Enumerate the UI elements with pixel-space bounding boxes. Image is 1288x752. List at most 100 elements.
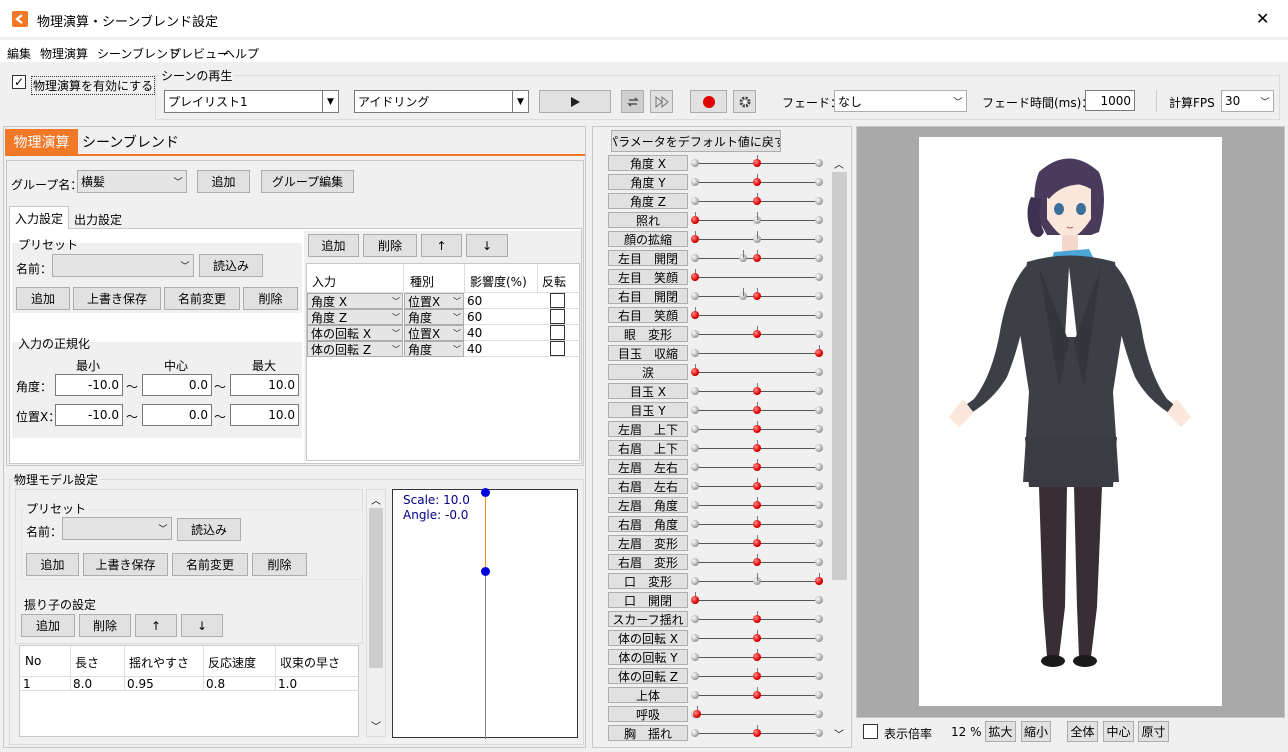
param-slider-track[interactable] xyxy=(695,315,819,316)
normalize-angle-min[interactable]: -10.0 xyxy=(55,374,123,396)
input-add-button[interactable]: 追加 xyxy=(308,234,359,257)
param-slider-knob[interactable] xyxy=(753,691,761,699)
param-slider-track[interactable] xyxy=(695,372,819,373)
input-preset-load-button[interactable]: 読込み xyxy=(199,254,263,277)
param-slider-knob[interactable] xyxy=(753,330,761,338)
param-slider-knob[interactable] xyxy=(753,254,761,262)
close-icon[interactable]: ✕ xyxy=(1256,9,1269,28)
fade-select[interactable]: なし ﹀ xyxy=(834,90,967,112)
param-label-button[interactable]: 口 変形 xyxy=(608,573,688,589)
param-label-button[interactable]: 眼 変形 xyxy=(608,326,688,342)
center-button[interactable]: 中心 xyxy=(1103,721,1134,742)
menu-edit[interactable]: 編集 xyxy=(7,45,31,62)
input-source-select[interactable]: 角度 X ﹀ xyxy=(307,293,403,309)
pendulum-up-button[interactable]: ↑ xyxy=(135,614,177,637)
enable-physics-checkbox[interactable]: ✓ xyxy=(12,75,26,89)
input-weight-cell[interactable]: 60 xyxy=(467,310,482,324)
param-label-button[interactable]: 呼吸 xyxy=(608,706,688,722)
loop-button[interactable] xyxy=(621,90,644,113)
param-slider-knob[interactable] xyxy=(815,349,823,357)
param-label-button[interactable]: 左眉 上下 xyxy=(608,421,688,437)
param-slider-knob[interactable] xyxy=(753,615,761,623)
param-slider-knob[interactable] xyxy=(753,159,761,167)
input-row[interactable]: 体の回転 Z ﹀ 角度 ﹀ 40 xyxy=(307,341,579,357)
param-label-button[interactable]: 右眉 左右 xyxy=(608,478,688,494)
param-label-button[interactable]: 右目 笑顔 xyxy=(608,307,688,323)
tab-scene-blend[interactable]: シーンブレンド xyxy=(82,129,179,154)
param-label-button[interactable]: 体の回転 Z xyxy=(608,668,688,684)
fps-select[interactable]: 30 ﹀ xyxy=(1221,90,1274,112)
pendulum-add-button[interactable]: 追加 xyxy=(21,614,75,637)
param-slider-knob[interactable] xyxy=(691,311,699,319)
param-label-button[interactable]: 右眉 上下 xyxy=(608,440,688,456)
param-label-button[interactable]: 左目 開閉 xyxy=(608,250,688,266)
param-label-button[interactable]: 左目 笑顔 xyxy=(608,269,688,285)
param-label-button[interactable]: 体の回転 X xyxy=(608,630,688,646)
input-weight-cell[interactable]: 40 xyxy=(467,326,482,340)
input-weight-cell[interactable]: 40 xyxy=(467,342,482,356)
param-label-button[interactable]: 角度 Z xyxy=(608,193,688,209)
param-label-button[interactable]: 照れ xyxy=(608,212,688,228)
input-type-select[interactable]: 位置X ﹀ xyxy=(404,293,464,309)
invert-checkbox[interactable] xyxy=(550,293,565,308)
param-label-button[interactable]: 左眉 変形 xyxy=(608,535,688,551)
invert-checkbox[interactable] xyxy=(550,325,565,340)
param-label-button[interactable]: 左眉 左右 xyxy=(608,459,688,475)
param-slider-knob[interactable] xyxy=(691,596,699,604)
scroll-up-icon[interactable]: ︿ xyxy=(834,156,844,171)
normalize-posx-max[interactable]: 10.0 xyxy=(230,404,299,426)
pendulum-cell[interactable]: 1 xyxy=(23,677,31,691)
param-slider-knob[interactable] xyxy=(753,444,761,452)
param-slider-track[interactable] xyxy=(695,353,819,354)
param-label-button[interactable]: 体の回転 Y xyxy=(608,649,688,665)
model-preset-load-button[interactable]: 読込み xyxy=(177,518,241,541)
input-source-select[interactable]: 体の回転 X ﹀ xyxy=(307,325,403,341)
pendulum-cell[interactable]: 0.95 xyxy=(127,677,154,691)
input-row[interactable]: 体の回転 X ﹀ 位置X ﹀ 40 xyxy=(307,325,579,341)
param-label-button[interactable]: 胸 揺れ xyxy=(608,725,688,741)
input-type-select[interactable]: 角度 ﹀ xyxy=(404,309,464,325)
input-preset-delete-button[interactable]: 削除 xyxy=(243,287,298,310)
scroll-down-icon[interactable]: ﹀ xyxy=(371,718,381,733)
preview-canvas[interactable] xyxy=(919,137,1222,706)
param-slider-knob[interactable] xyxy=(753,197,761,205)
input-type-select[interactable]: 位置X ﹀ xyxy=(404,325,464,341)
zoom-out-button[interactable]: 縮小 xyxy=(1021,721,1051,742)
param-slider-knob[interactable] xyxy=(753,463,761,471)
reset-params-button[interactable]: パラメータをデフォルト値に戻す xyxy=(611,130,781,152)
model-preset-add-button[interactable]: 追加 xyxy=(26,553,79,576)
param-slider-knob[interactable] xyxy=(753,520,761,528)
input-preset-rename-button[interactable]: 名前変更 xyxy=(164,287,240,310)
param-slider-knob[interactable] xyxy=(753,729,761,737)
model-preset-select[interactable]: ﹀ xyxy=(62,517,172,540)
model-preset-delete-button[interactable]: 削除 xyxy=(252,553,307,576)
scrollbar-thumb[interactable] xyxy=(832,172,847,580)
param-label-button[interactable]: 左眉 角度 xyxy=(608,497,688,513)
param-label-button[interactable]: 角度 Y xyxy=(608,174,688,190)
pendulum-row[interactable] xyxy=(20,676,358,691)
normalize-angle-center[interactable]: 0.0 xyxy=(142,374,212,396)
model-preset-rename-button[interactable]: 名前変更 xyxy=(172,553,248,576)
input-type-select[interactable]: 角度 ﹀ xyxy=(404,341,464,357)
param-label-button[interactable]: 目玉 X xyxy=(608,383,688,399)
fit-all-button[interactable]: 全体 xyxy=(1067,721,1098,742)
param-slider-knob[interactable] xyxy=(753,406,761,414)
param-label-button[interactable]: 目玉 Y xyxy=(608,402,688,418)
input-down-button[interactable]: ↓ xyxy=(466,234,508,257)
param-slider-knob[interactable] xyxy=(753,539,761,547)
group-edit-button[interactable]: グループ編集 xyxy=(261,170,354,193)
playlist-select[interactable]: プレイリスト1 ▼ xyxy=(164,90,339,113)
scroll-up-icon[interactable]: ︿ xyxy=(371,492,381,507)
input-delete-button[interactable]: 削除 xyxy=(363,234,417,257)
param-slider-knob[interactable] xyxy=(815,577,823,585)
invert-checkbox[interactable] xyxy=(550,341,565,356)
param-slider-knob[interactable] xyxy=(753,178,761,186)
param-slider-knob[interactable] xyxy=(691,216,699,224)
menu-help[interactable]: ヘルプ xyxy=(223,45,259,62)
pendulum-root-node[interactable] xyxy=(481,488,490,497)
pendulum-cell[interactable]: 8.0 xyxy=(73,677,92,691)
param-label-button[interactable]: 顔の拡縮 xyxy=(608,231,688,247)
param-label-button[interactable]: 右目 開閉 xyxy=(608,288,688,304)
actual-size-button[interactable]: 原寸 xyxy=(1138,721,1169,742)
scrollbar-thumb[interactable] xyxy=(369,508,383,668)
